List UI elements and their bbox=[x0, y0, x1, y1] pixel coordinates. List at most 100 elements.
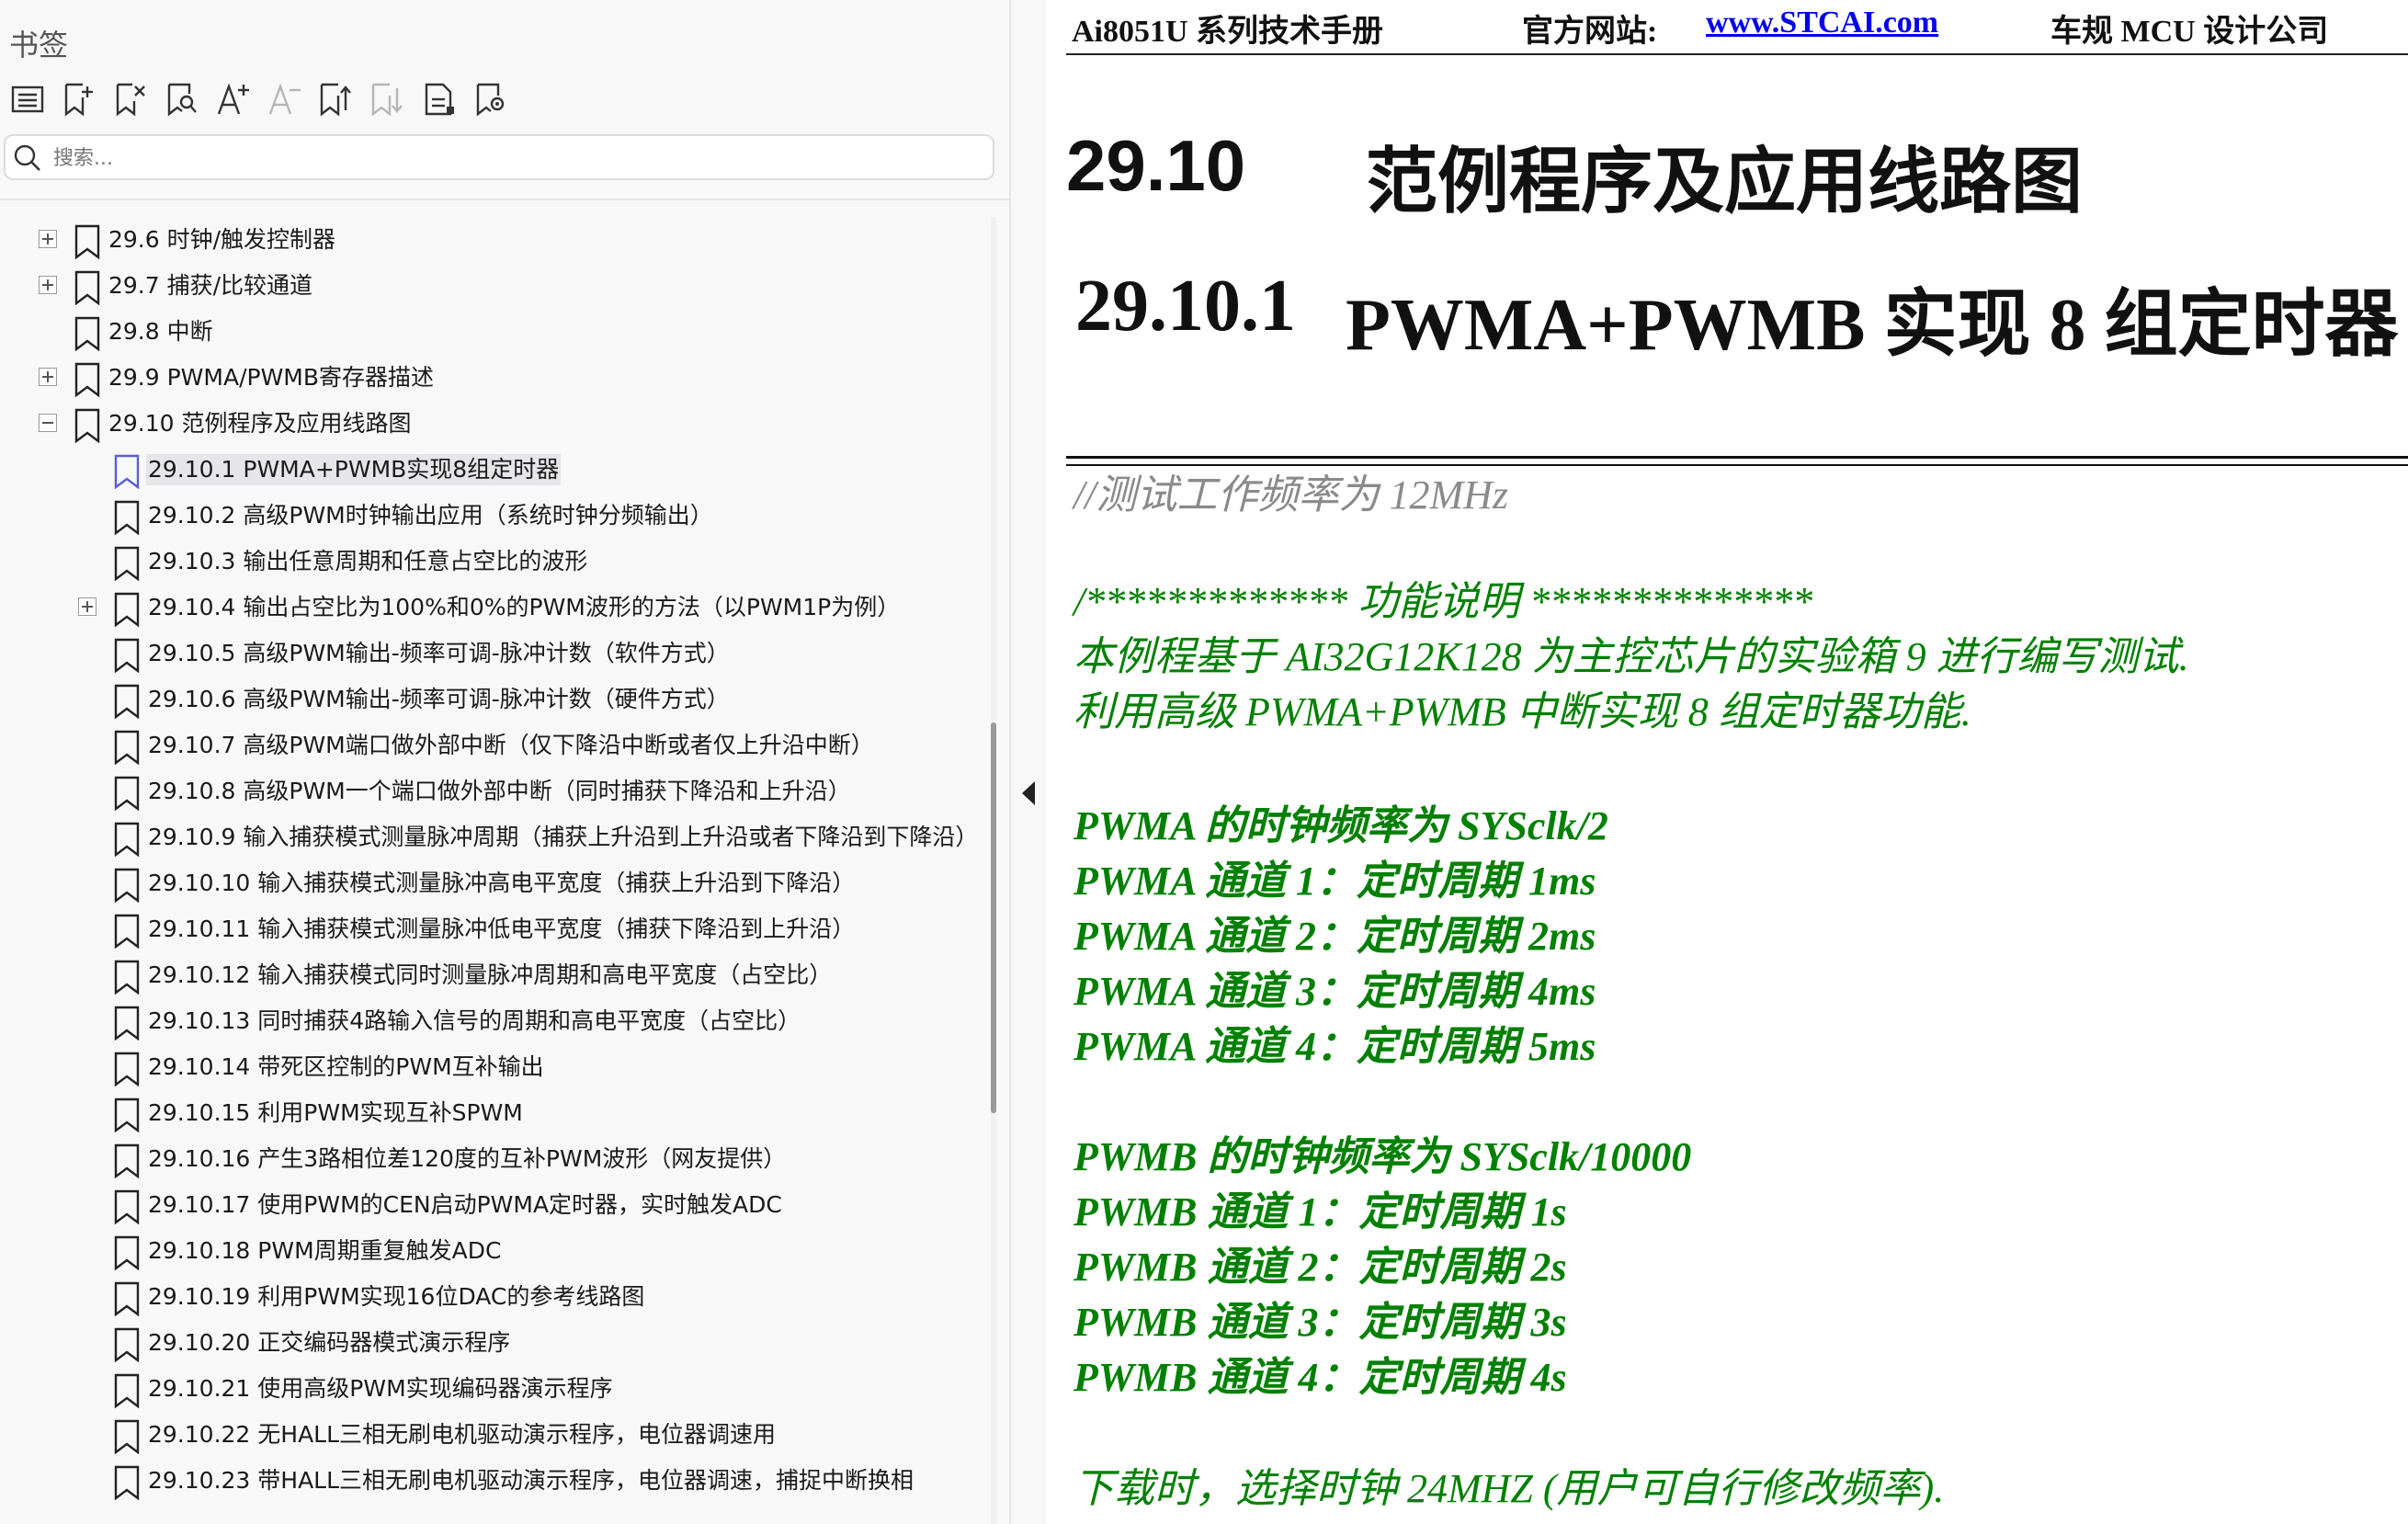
expand-node-icon[interactable] bbox=[39, 368, 57, 386]
bookmark-location-icon[interactable] bbox=[465, 74, 517, 125]
bookmark-item[interactable]: 29.10.5 高级PWM输出-频率可调-脉冲计数（软件方式） bbox=[0, 631, 974, 677]
bookmark-list-icon[interactable] bbox=[2, 74, 53, 125]
tree-scrollbar[interactable] bbox=[991, 217, 996, 1524]
bookmark-item[interactable]: 29.10.20 正交编码器模式演示程序 bbox=[0, 1320, 974, 1366]
bookmark-icon bbox=[114, 500, 140, 535]
document-view: Ai8051U 系列技术手册 官方网站: www.STCAI.com 车规 MC… bbox=[1046, 0, 2408, 1524]
bookmark-item[interactable]: 29.10.11 输入捕获模式测量脉冲低电平宽度（捕获下降沿到上升沿） bbox=[0, 906, 974, 952]
add-bookmark-icon[interactable] bbox=[53, 74, 105, 125]
collapse-bookmarks-icon[interactable] bbox=[362, 74, 414, 125]
bookmark-item[interactable]: 29.6 时钟/触发控制器 bbox=[0, 217, 974, 263]
code-line: PWMA 通道 4：定时周期 5ms bbox=[1073, 1024, 1596, 1069]
bookmark-label: 29.10.3 输出任意周期和任意占空比的波形 bbox=[148, 548, 588, 574]
code-line: PWMA 通道 2：定时周期 2ms bbox=[1073, 914, 1596, 959]
bookmark-item[interactable]: 29.10.10 输入捕获模式测量脉冲高电平宽度（捕获上升沿到下降沿） bbox=[0, 860, 974, 906]
bookmark-icon bbox=[114, 592, 140, 627]
bookmark-label: 29.10.4 输出占空比为100%和0%的PWM波形的方法（以PWM1P为例） bbox=[148, 594, 901, 620]
bookmark-label: 29.10.17 使用PWM的CEN启动PWMA定时器，实时触发ADC bbox=[148, 1191, 782, 1218]
bookmark-item[interactable]: 29.10.9 输入捕获模式测量脉冲周期（捕获上升沿到上升沿或者下降沿到下降沿） bbox=[0, 814, 978, 860]
bookmark-label: 29.10.21 使用高级PWM实现编码器演示程序 bbox=[148, 1375, 613, 1402]
expand-node-icon[interactable] bbox=[78, 597, 97, 616]
bookmark-item[interactable]: 29.10.21 使用高级PWM实现编码器演示程序 bbox=[0, 1366, 974, 1412]
collapse-node-icon[interactable] bbox=[39, 414, 57, 432]
bookmark-icon bbox=[114, 1006, 140, 1041]
search-input[interactable] bbox=[51, 140, 974, 176]
bookmark-toolbar bbox=[0, 74, 570, 129]
bookmark-icon bbox=[114, 1465, 140, 1500]
code-line: PWMA 通道 3：定时周期 4ms bbox=[1073, 969, 1596, 1014]
subsection-title: PWMA+PWMB 实现 8 组定时器 bbox=[1346, 285, 2399, 366]
bookmark-item[interactable]: 29.10.19 利用PWM实现16位DAC的参考线路图 bbox=[0, 1274, 974, 1320]
collapse-panel-icon[interactable] bbox=[1018, 779, 1039, 807]
bookmark-item[interactable]: 29.10.4 输出占空比为100%和0%的PWM波形的方法（以PWM1P为例） bbox=[0, 585, 974, 631]
bookmark-label: 29.10.13 同时捕获4路输入信号的周期和高电平宽度（占空比） bbox=[148, 1007, 801, 1034]
bookmark-icon bbox=[74, 316, 100, 351]
find-bookmark-icon[interactable] bbox=[156, 74, 208, 125]
bookmark-item[interactable]: 29.10.15 利用PWM实现互补SPWM bbox=[0, 1090, 974, 1136]
expand-bookmarks-icon[interactable] bbox=[311, 74, 362, 125]
bookmark-item[interactable]: 29.7 捕获/比较通道 bbox=[0, 263, 974, 309]
code-line: PWMB 的时钟频率为 SYSclk/10000 bbox=[1073, 1134, 1692, 1179]
code-line: PWMB 通道 2：定时周期 2s bbox=[1073, 1245, 1567, 1290]
bookmark-icon bbox=[114, 1143, 140, 1178]
bookmark-item[interactable]: 29.10.2 高级PWM时钟输出应用（系统时钟分频输出） bbox=[0, 493, 974, 539]
bookmark-properties-icon[interactable] bbox=[414, 74, 465, 125]
code-block-rule-top bbox=[1066, 456, 2408, 459]
code-line: PWMA 通道 1：定时周期 1ms bbox=[1073, 859, 1596, 904]
bookmark-item[interactable]: 29.10.8 高级PWM一个端口做外部中断（同时捕获下降沿和上升沿） bbox=[0, 768, 974, 814]
bookmark-label: 29.10.18 PWM周期重复触发ADC bbox=[148, 1237, 502, 1264]
header-site-link[interactable]: www.STCAI.com bbox=[1706, 6, 1938, 40]
expand-node-icon[interactable] bbox=[39, 276, 57, 294]
bookmark-item[interactable]: 29.8 中断 bbox=[0, 309, 974, 355]
bookmark-item[interactable]: 29.10.18 PWM周期重复触发ADC bbox=[0, 1228, 974, 1274]
decrease-font-icon[interactable] bbox=[259, 74, 311, 125]
bookmark-item[interactable]: 29.10.7 高级PWM端口做外部中断（仅下降沿中断或者仅上升沿中断） bbox=[0, 722, 974, 768]
header-company-slogan: 车规 MCU 设计公司 bbox=[2050, 15, 2329, 49]
bookmark-icon bbox=[74, 224, 100, 259]
header-manual-title: Ai8051U 系列技术手册 bbox=[1072, 15, 1384, 49]
bookmark-icon bbox=[114, 1327, 140, 1362]
bookmark-icon bbox=[114, 1281, 140, 1316]
bookmark-item[interactable]: 29.10.6 高级PWM输出-频率可调-脉冲计数（硬件方式） bbox=[0, 677, 974, 722]
search-icon bbox=[14, 144, 40, 171]
tree-divider bbox=[0, 199, 1011, 200]
bookmark-icon bbox=[114, 546, 140, 581]
section-title: 范例程序及应用线路图 bbox=[1366, 141, 2084, 223]
bookmark-label: 29.10.16 产生3路相位差120度的互补PWM波形（网友提供） bbox=[148, 1145, 787, 1172]
increase-font-icon[interactable] bbox=[208, 74, 259, 125]
bookmark-item[interactable]: 29.10.12 输入捕获模式同时测量脉冲周期和高电平宽度（占空比） bbox=[0, 952, 974, 998]
code-line: PWMB 通道 4：定时周期 4s bbox=[1073, 1355, 1567, 1400]
bookmark-item[interactable]: 29.10.13 同时捕获4路输入信号的周期和高电平宽度（占空比） bbox=[0, 998, 974, 1044]
bookmark-label: 29.10.14 带死区控制的PWM互补输出 bbox=[148, 1053, 544, 1080]
bookmark-item[interactable]: 29.10.17 使用PWM的CEN启动PWMA定时器，实时触发ADC bbox=[0, 1182, 974, 1228]
subsection-number: 29.10.1 bbox=[1075, 266, 1296, 347]
delete-bookmark-icon[interactable] bbox=[105, 74, 156, 125]
bookmark-icon bbox=[74, 408, 100, 443]
bookmark-label: 29.10.5 高级PWM输出-频率可调-脉冲计数（软件方式） bbox=[148, 640, 730, 666]
bookmark-item[interactable]: 29.10.16 产生3路相位差120度的互补PWM波形（网友提供） bbox=[0, 1136, 974, 1182]
code-line: PWMB 通道 1：定时周期 1s bbox=[1073, 1189, 1567, 1234]
bookmark-item[interactable]: 29.10 范例程序及应用线路图 bbox=[0, 401, 974, 447]
panel-splitter[interactable] bbox=[1011, 0, 1046, 1524]
expand-node-icon[interactable] bbox=[39, 230, 57, 248]
bookmark-panel: 书签 搜索... 29.6 时钟/触发控制器 29.7 捕获/比较通道 29.8… bbox=[0, 0, 1011, 1524]
bookmark-label: 29.10.7 高级PWM端口做外部中断（仅下降沿中断或者仅上升沿中断） bbox=[148, 732, 874, 758]
code-line: PWMB 通道 3：定时周期 3s bbox=[1073, 1300, 1567, 1345]
bookmark-icon bbox=[114, 454, 140, 489]
bookmark-label: 29.10.2 高级PWM时钟输出应用（系统时钟分频输出） bbox=[148, 502, 713, 529]
bookmark-label: 29.10.22 无HALL三相无刷电机驱动演示程序，电位器调速用 bbox=[148, 1421, 777, 1448]
bookmark-label: 29.8 中断 bbox=[108, 318, 213, 345]
bookmark-item[interactable]: 29.10.14 带死区控制的PWM互补输出 bbox=[0, 1044, 974, 1090]
bookmark-icon bbox=[114, 868, 140, 903]
tree-scroll-thumb[interactable] bbox=[991, 722, 996, 1113]
bookmark-label: 29.10.6 高级PWM输出-频率可调-脉冲计数（硬件方式） bbox=[148, 686, 730, 712]
bookmark-label: 29.10.20 正交编码器模式演示程序 bbox=[148, 1329, 511, 1356]
bookmark-label: 29.10.1 PWMA+PWMB实现8组定时器 bbox=[146, 454, 562, 485]
bookmark-label: 29.10.23 带HALL三相无刷电机驱动演示程序，电位器调速，捕捉中断换相 bbox=[148, 1467, 914, 1494]
bookmark-item-selected[interactable]: 29.10.1 PWMA+PWMB实现8组定时器 bbox=[0, 447, 974, 493]
bookmark-item[interactable]: 29.10.23 带HALL三相无刷电机驱动演示程序，电位器调速，捕捉中断换相 bbox=[0, 1458, 974, 1504]
bookmark-item[interactable]: 29.10.3 输出任意周期和任意占空比的波形 bbox=[0, 539, 974, 585]
bookmark-item[interactable]: 29.10.22 无HALL三相无刷电机驱动演示程序，电位器调速用 bbox=[0, 1412, 974, 1458]
bookmark-item[interactable]: 29.9 PWMA/PWMB寄存器描述 bbox=[0, 355, 974, 401]
search-box[interactable] bbox=[4, 134, 994, 180]
